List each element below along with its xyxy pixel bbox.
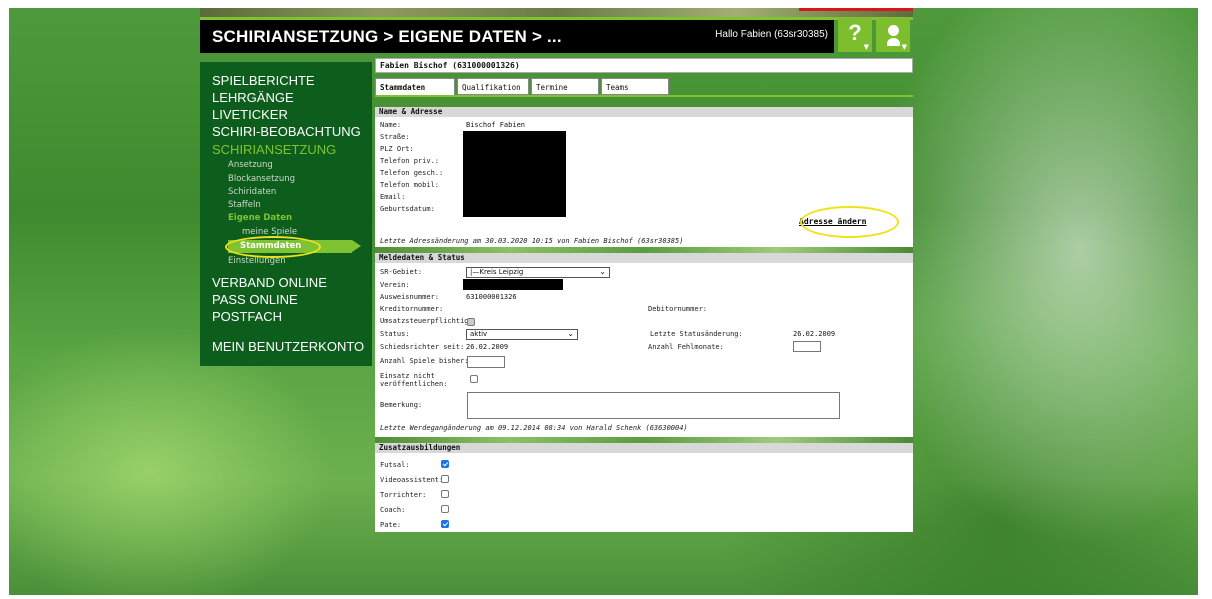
- address-section: Name & Adresse Name: Straße: PLZ Ort: Te…: [375, 107, 913, 247]
- value-name: Bischof Fabien: [466, 121, 526, 129]
- status-select[interactable]: aktiv ⌄: [466, 329, 578, 340]
- person-name-bar: Fabien Bischof (631000001326): [375, 58, 913, 73]
- nav-blockansetzung[interactable]: Blockansetzung: [228, 174, 295, 184]
- label-kreditornummer: Kreditornummer:: [380, 305, 444, 313]
- nav-lehrgaenge[interactable]: LEHRGÄNGE: [212, 90, 294, 105]
- label-sr-gebiet: SR-Gebiet:: [380, 268, 423, 276]
- sr-gebiet-value: |—Kreis Leipzig: [470, 268, 524, 276]
- header-bar: SCHIRIANSETZUNG > EIGENE DATEN > ... Hal…: [200, 20, 834, 53]
- chevron-down-icon: ⌄: [599, 267, 606, 276]
- user-icon: [887, 25, 900, 46]
- label-status: Status:: [380, 330, 410, 338]
- label-letzte-statusaenderung: Letzte Statusänderung:: [650, 330, 743, 338]
- label-umsatzsteuer: Umsatzsteuerpflichtig:: [380, 317, 473, 325]
- werdegang-last-change: Letzte Werdegangänderung am 09.12.2014 0…: [380, 424, 688, 432]
- umsatzsteuer-checkbox[interactable]: [467, 318, 475, 326]
- label-videoassistent: Videoassistent:: [380, 476, 444, 484]
- meldedaten-section: Meldedaten & Status SR-Gebiet: |—Kreis L…: [375, 253, 913, 437]
- value-schiedsrichter-seit: 26.02.2009: [466, 343, 509, 351]
- chevron-down-icon: ⌄: [567, 329, 574, 338]
- nav-einstellungen[interactable]: Einstellungen: [228, 256, 286, 266]
- nav-schiriansetzung[interactable]: SCHIRIANSETZUNG: [212, 142, 336, 157]
- user-greeting: Hallo Fabien (63sr30385): [715, 29, 828, 40]
- change-address-link[interactable]: Adresse ändern: [799, 217, 866, 226]
- tab-bar: Stammdaten Qualifikation Termine Teams: [375, 78, 913, 95]
- label-pate: Pate:: [380, 521, 402, 529]
- nav-schiri-beobachtung[interactable]: SCHIRI-BEOBACHTUNG: [212, 124, 361, 139]
- label-telefon-gesch: Telefon gesch.:: [380, 169, 444, 177]
- nav-schiridaten[interactable]: Schiridaten: [228, 187, 276, 197]
- selected-arrow-icon: [352, 240, 361, 252]
- nav-stammdaten[interactable]: Stammdaten: [228, 240, 352, 253]
- meldedaten-heading: Meldedaten & Status: [375, 253, 913, 263]
- nav-stammdaten-label: Stammdaten: [240, 241, 302, 251]
- value-letzte-statusaenderung: 26.02.2009: [793, 330, 836, 338]
- label-ausweisnummer: Ausweisnummer:: [380, 293, 440, 301]
- label-einsatz-line2: veröffentlichen:: [380, 380, 448, 388]
- nav-postfach[interactable]: POSTFACH: [212, 309, 282, 324]
- value-ausweisnummer: 631000001326: [466, 293, 517, 301]
- zusatz-heading: Zusatzausbildungen: [375, 443, 913, 453]
- label-strasse: Straße:: [380, 133, 410, 141]
- nav-spielberichte[interactable]: SPIELBERICHTE: [212, 73, 315, 88]
- label-einsatz-line1: Einsatz nicht: [380, 372, 435, 380]
- pate-checkbox[interactable]: [441, 520, 449, 528]
- label-futsal: Futsal:: [380, 461, 410, 469]
- help-button[interactable]: ? ▼: [838, 18, 872, 52]
- label-verein: Verein:: [380, 281, 410, 289]
- nav-eigene-daten[interactable]: Eigene Daten: [228, 213, 292, 223]
- label-anzahl-spiele: Anzahl Spiele bisher:: [380, 357, 469, 365]
- tab-underline: [375, 95, 913, 97]
- label-fehlmonate: Anzahl Fehlmonate:: [648, 343, 724, 351]
- nav-verband-online[interactable]: VERBAND ONLINE: [212, 275, 327, 290]
- label-email: Email:: [380, 193, 406, 201]
- nav-ansetzung[interactable]: Ansetzung: [228, 160, 273, 170]
- zusatz-section: Zusatzausbildungen Futsal: Videoassisten…: [375, 443, 913, 532]
- sidebar-nav: SPIELBERICHTE LEHRGÄNGE LIVETICKER SCHIR…: [200, 62, 372, 366]
- label-telefon-priv: Telefon priv.:: [380, 157, 440, 165]
- tab-teams[interactable]: Teams: [601, 78, 669, 95]
- nav-pass-online[interactable]: PASS ONLINE: [212, 292, 298, 307]
- redacted-verein: [463, 279, 563, 290]
- user-menu-button[interactable]: ▼: [876, 18, 910, 52]
- label-torrichter: Torrichter:: [380, 491, 427, 499]
- videoassistent-checkbox[interactable]: [441, 475, 449, 483]
- label-plz-ort: PLZ Ort:: [380, 145, 414, 153]
- tab-termine[interactable]: Termine: [531, 78, 599, 95]
- nav-mein-benutzerkonto[interactable]: MEIN BENUTZERKONTO: [212, 339, 364, 354]
- label-schiedsrichter-seit: Schiedsrichter seit:: [380, 343, 465, 351]
- tab-stammdaten[interactable]: Stammdaten: [375, 78, 455, 95]
- label-debitornummer: Debitornummer:: [648, 305, 708, 313]
- label-geburtsdatum: Geburtsdatum:: [380, 205, 435, 213]
- label-telefon-mobil: Telefon mobil:: [380, 181, 440, 189]
- address-heading: Name & Adresse: [375, 107, 913, 117]
- redacted-address-block: [463, 131, 566, 217]
- nav-meine-spiele[interactable]: meine Spiele: [242, 227, 297, 237]
- coach-checkbox[interactable]: [441, 505, 449, 513]
- einsatz-checkbox[interactable]: [470, 375, 478, 383]
- tab-qualifikation[interactable]: Qualifikation: [457, 78, 529, 95]
- label-coach: Coach:: [380, 506, 406, 514]
- status-value: aktiv: [470, 330, 488, 338]
- label-bemerkung: Bemerkung:: [380, 401, 423, 409]
- torrichter-checkbox[interactable]: [441, 490, 449, 498]
- sr-gebiet-select[interactable]: |—Kreis Leipzig ⌄: [466, 267, 610, 278]
- bemerkung-textarea[interactable]: [467, 392, 840, 419]
- nav-liveticker[interactable]: LIVETICKER: [212, 107, 288, 122]
- address-last-change: Letzte Adressänderung am 30.03.2020 10:1…: [380, 237, 684, 245]
- nav-staffeln[interactable]: Staffeln: [228, 200, 261, 210]
- chevron-down-icon: ▼: [901, 43, 907, 51]
- page-title: SCHIRIANSETZUNG > EIGENE DATEN > ...: [212, 27, 562, 46]
- label-name: Name:: [380, 121, 402, 129]
- futsal-checkbox[interactable]: [441, 460, 449, 468]
- chevron-down-icon: ▼: [863, 43, 869, 51]
- fehlmonate-input[interactable]: [793, 341, 821, 352]
- anzahl-spiele-input[interactable]: [467, 356, 505, 368]
